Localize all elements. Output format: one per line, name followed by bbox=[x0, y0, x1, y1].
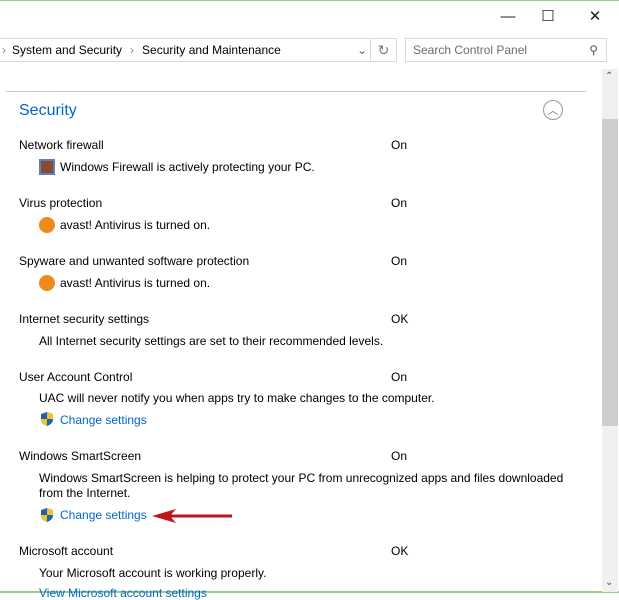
item-desc: Your Microsoft account is working proper… bbox=[39, 566, 267, 580]
item-status: On bbox=[391, 449, 408, 463]
item-title: Spyware and unwanted software protection bbox=[19, 254, 250, 268]
search-placeholder: Search Control Panel bbox=[413, 43, 528, 57]
item-status: On bbox=[391, 196, 408, 210]
breadcrumb-item[interactable]: System and Security bbox=[12, 43, 122, 57]
avast-icon bbox=[39, 217, 55, 233]
close-button[interactable]: ✕ bbox=[580, 5, 610, 27]
breadcrumb-item[interactable]: Security and Maintenance bbox=[142, 43, 281, 57]
item-title: Windows SmartScreen bbox=[19, 449, 142, 463]
chevron-down-icon[interactable]: ⌄ bbox=[357, 43, 367, 57]
item-status: On bbox=[391, 138, 408, 152]
section-title[interactable]: Security bbox=[19, 102, 77, 120]
uac-shield-icon bbox=[41, 508, 53, 522]
item-status: On bbox=[391, 370, 408, 384]
item-title: User Account Control bbox=[19, 370, 133, 384]
item-status: On bbox=[391, 254, 408, 268]
item-desc: UAC will never notify you when apps try … bbox=[39, 391, 435, 405]
chevron-right-icon: › bbox=[130, 43, 135, 57]
firewall-icon bbox=[39, 159, 55, 175]
item-desc: avast! Antivirus is turned on. bbox=[60, 276, 211, 290]
red-arrow-annotation bbox=[152, 509, 232, 523]
address-bar[interactable]: › System and Security › Security and Mai… bbox=[0, 38, 397, 62]
collapse-button[interactable]: ︿ bbox=[543, 100, 563, 120]
scroll-down-icon[interactable]: ⌄ bbox=[605, 577, 613, 588]
scroll-up-icon[interactable]: ⌃ bbox=[605, 71, 613, 82]
item-desc: Windows Firewall is actively protecting … bbox=[60, 160, 315, 174]
refresh-icon[interactable]: ↻ bbox=[370, 39, 396, 61]
uac-shield-icon bbox=[41, 412, 53, 426]
item-title: Virus protection bbox=[19, 196, 103, 210]
item-desc: avast! Antivirus is turned on. bbox=[60, 218, 211, 232]
scrollbar-thumb[interactable] bbox=[602, 119, 618, 426]
search-icon[interactable]: ⚲ bbox=[589, 43, 598, 57]
smartscreen-change-settings-link[interactable]: Change settings bbox=[60, 508, 147, 522]
minimize-button[interactable]: — bbox=[493, 5, 523, 27]
item-title: Microsoft account bbox=[19, 544, 114, 558]
item-status: OK bbox=[391, 312, 409, 326]
microsoft-account-settings-link[interactable]: View Microsoft account settings bbox=[39, 586, 207, 600]
divider bbox=[6, 91, 586, 92]
chevron-right-icon: › bbox=[2, 43, 6, 57]
item-desc: Windows SmartScreen is helping to protec… bbox=[39, 471, 564, 500]
avast-icon bbox=[39, 275, 55, 291]
item-title: Network firewall bbox=[19, 138, 104, 152]
item-desc: All Internet security settings are set t… bbox=[39, 334, 384, 348]
search-input[interactable]: Search Control Panel ⚲ bbox=[405, 38, 607, 62]
uac-change-settings-link[interactable]: Change settings bbox=[60, 413, 147, 427]
item-status: OK bbox=[391, 544, 409, 558]
maximize-button[interactable]: ☐ bbox=[533, 5, 563, 27]
item-title: Internet security settings bbox=[19, 312, 150, 326]
